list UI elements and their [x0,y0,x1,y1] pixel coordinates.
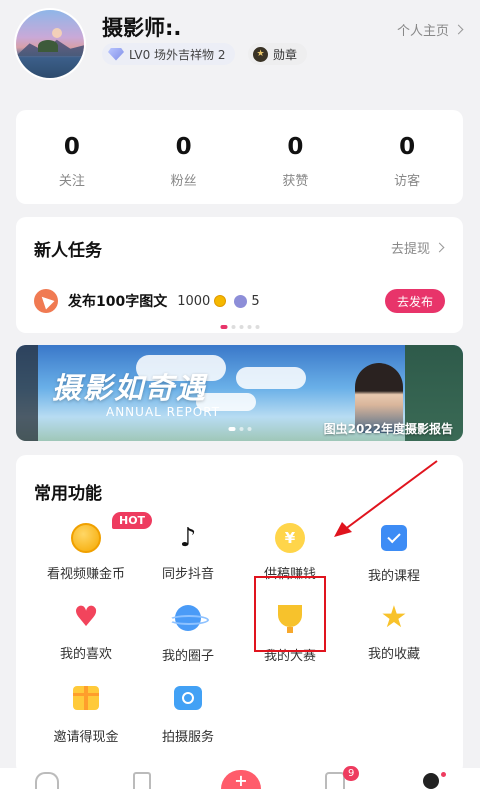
gem-reward: 5 [251,293,260,309]
star-icon: ★ [380,600,408,635]
publish-button[interactable]: 去发布 [384,289,445,313]
message-icon[interactable] [325,772,345,789]
task-text: 发布100字图文 [68,294,168,310]
camera-icon [174,686,202,710]
function-label: 我的课程 [367,569,420,584]
banner-subtitle: ANNUAL REPORT [106,405,221,419]
username: 摄影师:. [102,16,182,40]
stat-visitors[interactable]: 0 访客 [351,110,463,204]
coin-icon [214,295,227,307]
chevron-right-icon [453,24,464,35]
stats-card: 0 关注 0 粉丝 0 获赞 0 访客 [16,110,463,204]
functions-title: 常用功能 [34,484,102,504]
diamond-icon [108,47,124,61]
function-my-likes[interactable]: ♥ 我的喜欢 [30,600,142,663]
medal-icon: ★ [253,46,268,62]
banner-dots [228,427,251,431]
tasks-title: 新人任务 [34,241,102,261]
publish-plus-button[interactable]: + [221,770,261,789]
function-label: 我的喜欢 [59,647,112,662]
stat-followers[interactable]: 0 粉丝 [128,110,240,204]
highlight-box [254,576,326,652]
stat-label: 访客 [394,174,421,189]
function-label: 同步抖音 [161,567,214,582]
function-label: 看视频赚金币 [46,567,125,582]
profile-icon[interactable] [423,773,439,789]
gem-icon [234,294,248,308]
function-label: 我的收藏 [367,647,420,662]
newbie-tasks-card: 新人任务 去提现 发布100字图文 1000 5 去发布 [16,217,463,333]
yuan-coin-icon: ¥ [275,523,305,553]
banner-title: 摄影如奇遇 [52,371,208,405]
avatar[interactable] [16,10,84,78]
heart-icon: ♥ [73,600,99,633]
notification-dot [441,772,446,777]
banner-caption: 图虫2022年度摄影报告 [323,422,453,436]
level-badge[interactable]: LV0 场外吉祥物 2 [102,43,236,65]
gift-icon [73,686,99,710]
stat-label: 获赞 [282,174,309,189]
stat-value: 0 [63,134,80,160]
profile-header: 摄影师:. 个人主页 LV0 场外吉祥物 2 ★ 勋章 [0,0,480,100]
tiktok-icon: ♪ [179,523,197,553]
function-label: 邀请得现金 [53,730,119,745]
function-my-circles[interactable]: 我的圈子 [132,603,244,664]
function-shoot-service[interactable]: 拍摄服务 [132,683,244,745]
function-watch-video[interactable]: 看视频赚金币 [30,523,142,582]
bookmark-icon[interactable] [133,772,151,789]
medal-label: 勋章 [273,47,298,62]
level-label: LV0 场外吉祥物 2 [129,47,226,62]
medal-button[interactable]: ★ 勋章 [248,43,308,65]
function-label: 拍摄服务 [161,730,214,745]
task-row: 发布100字图文 1000 5 去发布 [34,288,445,314]
send-icon [34,289,58,313]
stat-label: 关注 [58,174,85,189]
chevron-right-icon [434,242,445,253]
home-icon[interactable] [35,772,59,789]
stat-following[interactable]: 0 关注 [16,110,128,204]
planet-icon [169,605,209,631]
coin-reward: 1000 [177,293,211,309]
withdraw-label: 去提现 [390,242,430,257]
coin-icon [71,523,101,553]
bottom-nav: + [0,768,480,789]
stat-value: 0 [399,134,416,160]
stat-likes[interactable]: 0 获赞 [240,110,352,204]
stat-value: 0 [287,134,304,160]
function-label: 我的圈子 [161,649,214,664]
carousel-dots [220,325,259,329]
profile-home-label: 个人主页 [396,24,449,39]
annual-report-banner[interactable]: 摄影如奇遇 ANNUAL REPORT 图虫2022年度摄影报告 [16,345,463,441]
function-sync-douyin[interactable]: ♪ 同步抖音 [132,523,244,582]
profile-home-link[interactable]: 个人主页 [396,20,464,39]
withdraw-link[interactable]: 去提现 [390,238,445,257]
function-my-favorites[interactable]: ★ 我的收藏 [338,600,450,663]
stat-label: 粉丝 [170,174,197,189]
stat-value: 0 [175,134,192,160]
function-invite-cash[interactable]: 邀请得现金 [30,683,142,745]
task-reward: 1000 5 [177,294,259,309]
annotation-arrow [334,460,438,537]
